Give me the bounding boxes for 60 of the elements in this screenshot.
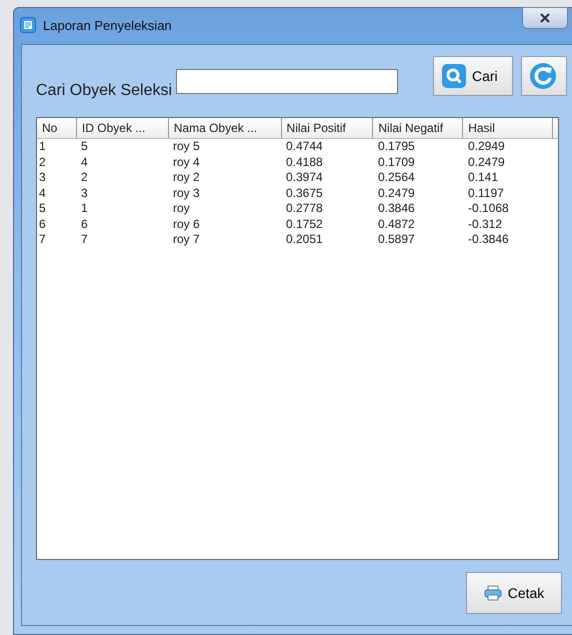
table-cell-text: roy <box>172 201 191 216</box>
table-cell-text: 0.5897 <box>377 232 416 248</box>
column-header[interactable]: Nilai Positif <box>282 118 374 138</box>
table-cell-text: roy 2 <box>172 170 201 186</box>
close-icon <box>539 13 551 23</box>
column-header[interactable]: ID Obyek ... <box>76 118 169 138</box>
close-button[interactable] <box>522 7 568 29</box>
column-header[interactable]: Nama Obyek ... <box>168 118 282 138</box>
table-cell-text: 1 <box>38 139 47 154</box>
table-cell-text: 0.2479 <box>467 154 506 170</box>
table-cell-text: 7 <box>80 232 89 248</box>
table-cell-text: 4 <box>38 186 47 201</box>
table-cell-text: 0.1709 <box>377 154 416 170</box>
table-cell-text: 0.2778 <box>285 201 324 216</box>
table-cell-text: -0.1068 <box>467 201 510 216</box>
table-cell-text: 0.2564 <box>377 170 416 186</box>
table-cell-text: 0.4744 <box>285 139 324 154</box>
search-icon <box>442 64 466 88</box>
table-cell-text: 2 <box>38 154 47 170</box>
table-cell-text: 0.3675 <box>285 186 324 201</box>
table-cell-text: 0.3974 <box>285 170 324 186</box>
table-cell-text: 0.1795 <box>377 139 416 154</box>
table-cell-text: 5 <box>80 139 89 154</box>
table-cell-text: 0.1197 <box>467 186 505 201</box>
print-button[interactable]: Cetak <box>466 572 562 614</box>
table-cell-text: 1 <box>80 201 89 216</box>
app-icon <box>20 17 36 33</box>
table-cell-text: 0.1752 <box>285 216 324 232</box>
table-cell-text: 0.3846 <box>377 201 416 216</box>
table-cell-text: 4 <box>80 154 89 170</box>
table-cell-text: 0.4872 <box>377 216 416 232</box>
table-cell-text: 5 <box>38 201 47 216</box>
table-cell-text: 0.2949 <box>467 139 506 154</box>
table-cell-text: 6 <box>80 216 89 232</box>
table-cell-text: 6 <box>38 216 47 232</box>
column-header[interactable]: Hasil <box>463 118 554 138</box>
table-cell-text: roy 4 <box>172 154 201 170</box>
table-cell-text: roy 7 <box>172 232 201 248</box>
refresh-button[interactable] <box>521 56 567 96</box>
table-cell-text: 7 <box>38 232 47 248</box>
refresh-icon <box>528 61 558 91</box>
table-cell-text: 0.2051 <box>285 232 324 248</box>
table-cell-text: 3 <box>38 170 47 186</box>
search-field[interactable] <box>176 69 398 94</box>
table-cell-text: 0.141 <box>467 170 500 186</box>
printer-icon <box>484 584 502 600</box>
table-cell-text: roy 3 <box>172 186 201 201</box>
table-cell-text: 0.4188 <box>285 154 324 170</box>
search-label: Cari Obyek Seleksi <box>36 82 172 100</box>
table-cell-text: 3 <box>80 186 89 201</box>
table-cell-text: 2 <box>80 170 89 186</box>
table-cell-text: -0.3846 <box>467 232 510 248</box>
search-button[interactable]: Cari <box>433 56 513 96</box>
table-cell-text: -0.312 <box>467 216 504 232</box>
column-header[interactable]: Nilai Negatif <box>373 118 464 138</box>
table-cell-text: roy 5 <box>172 139 201 154</box>
window-title: Laporan Penyeleksian <box>43 18 172 32</box>
column-header[interactable]: No <box>37 118 77 138</box>
table-cell-text: roy 6 <box>172 216 201 232</box>
table-cell-text: 0.2479 <box>377 186 416 201</box>
